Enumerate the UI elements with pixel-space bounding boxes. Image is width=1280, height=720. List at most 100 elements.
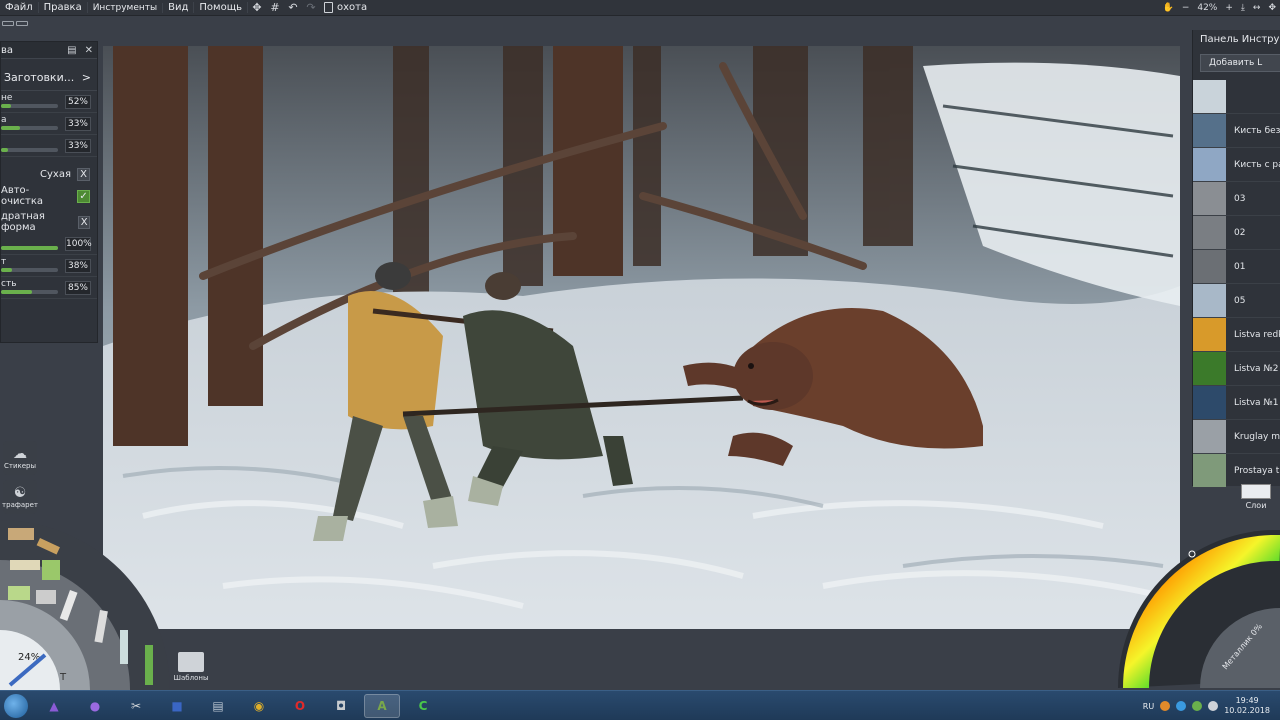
microphone-app-icon[interactable]: ●: [77, 694, 113, 718]
panel-menu-icon[interactable]: ▤: [67, 45, 76, 56]
drawing-canvas[interactable]: [103, 46, 1180, 629]
purple-app-icon[interactable]: ▲: [36, 694, 72, 718]
brush-preset-name: Listva №2: [1234, 363, 1279, 374]
system-tray: RU 19:49 10.02.2018: [1143, 693, 1270, 719]
color-picker[interactable]: Металлик 0%: [1108, 520, 1280, 688]
move-icon[interactable]: ✥: [248, 1, 266, 15]
slider-fill: [1, 104, 12, 108]
layers-label: Слои: [1245, 501, 1267, 510]
menu-view[interactable]: Вид: [163, 2, 195, 13]
stencil-button[interactable]: ☯ трафарет: [2, 480, 38, 514]
layers-button[interactable]: Слои: [1240, 484, 1272, 514]
artrage-app-icon[interactable]: A: [364, 694, 400, 718]
fullscreen-icon[interactable]: ✥: [1268, 3, 1276, 13]
zoom-out-icon[interactable]: −: [1182, 3, 1190, 13]
volume-icon[interactable]: [1208, 701, 1219, 711]
autoclean-checkbox[interactable]: ✓: [77, 189, 90, 203]
menu-help[interactable]: Помощь: [194, 2, 249, 13]
rotate-icon[interactable]: ⤓: [1241, 3, 1245, 13]
slider-track[interactable]: [1, 104, 58, 108]
sliders_bottom-slider-row: 100%: [1, 233, 97, 255]
brush-preset-item[interactable]: 02: [1193, 216, 1280, 250]
brush-preset-item[interactable]: 03: [1193, 182, 1280, 216]
brush-preset-item[interactable]: 01: [1193, 250, 1280, 284]
slider-value[interactable]: 100%: [65, 237, 92, 251]
paint-app-icon[interactable]: ✂: [118, 694, 154, 718]
slider-value[interactable]: 38%: [65, 259, 91, 273]
dry-checkbox[interactable]: X: [77, 167, 90, 181]
brush-preset-item[interactable]: Listva №2: [1193, 352, 1280, 386]
brush-preset-item[interactable]: Кисть без: [1193, 114, 1280, 148]
dry-label: Сухая: [40, 168, 71, 180]
mini-toggle-1[interactable]: [2, 20, 14, 26]
camtasia-app-icon[interactable]: C: [405, 694, 441, 718]
add-button[interactable]: Добавить L: [1200, 54, 1280, 72]
brush-preset-item[interactable]: Listva redk: [1193, 318, 1280, 352]
start-button[interactable]: [4, 694, 28, 718]
slider-track[interactable]: [1, 268, 58, 272]
clock[interactable]: 19:49 10.02.2018: [1224, 696, 1270, 716]
language-indicator[interactable]: RU: [1143, 702, 1154, 711]
brush-preview: [1193, 318, 1226, 351]
sliders_top-slider-row: а 33%: [1, 113, 97, 135]
slider-track[interactable]: [1, 126, 58, 130]
grid-icon[interactable]: #: [266, 1, 284, 15]
brush-preset-name: Prostaya tr: [1234, 465, 1280, 476]
brush-list: Кисть без Кисть с ра 03 02 01 05 Listva redk Li…: [1193, 80, 1280, 488]
slider-fill: [1, 290, 33, 294]
tube-icon: [42, 560, 60, 580]
stickers-button[interactable]: ☁ Стикеры: [3, 441, 37, 475]
brush-preset-item[interactable]: Kruglay m: [1193, 420, 1280, 454]
brush-preset-item[interactable]: Prostaya tr: [1193, 454, 1280, 488]
brush-preset-name: Kruglay m: [1234, 431, 1280, 442]
tool-wheel[interactable]: T 24%: [0, 520, 170, 690]
brush-preview: [1193, 80, 1226, 113]
slider-value[interactable]: 33%: [65, 139, 91, 153]
shield-icon[interactable]: [1192, 701, 1203, 711]
opera-app-icon[interactable]: O: [282, 694, 318, 718]
notepad-app-icon[interactable]: ▤: [200, 694, 236, 718]
slider-track[interactable]: [1, 246, 58, 250]
brush-preview: [1193, 420, 1226, 453]
slider-value[interactable]: 33%: [65, 117, 91, 131]
shape-checkbox[interactable]: X: [78, 215, 90, 229]
chrome-app-icon[interactable]: ◉: [241, 694, 277, 718]
camera-app-icon[interactable]: ◘: [323, 694, 359, 718]
slider-value[interactable]: 85%: [65, 281, 91, 295]
fit-icon[interactable]: ↔: [1253, 3, 1261, 13]
templates-button[interactable]: Шаблоны: [174, 652, 208, 686]
brush-preset-name: Listva №1: [1234, 397, 1279, 408]
brush-preset-item[interactable]: 05: [1193, 284, 1280, 318]
undo-icon[interactable]: ↶: [284, 1, 302, 15]
brush-preset-item[interactable]: [1193, 80, 1280, 114]
text-tool-icon: T: [59, 672, 67, 683]
slider-fill: [1, 148, 8, 152]
slider-value[interactable]: 52%: [65, 95, 91, 109]
brush-preset-name: 03: [1234, 193, 1246, 204]
mini-toggle-2[interactable]: [16, 20, 28, 26]
slider-track[interactable]: [1, 148, 58, 152]
menu-edit[interactable]: Правка: [39, 2, 88, 13]
brush-panel-title: ва: [1, 44, 14, 56]
hand-icon[interactable]: ✋: [1163, 3, 1174, 13]
brush-preset-item[interactable]: Listva №1: [1193, 386, 1280, 420]
stencil-label: трафарет: [2, 501, 38, 509]
slider-fill: [1, 268, 13, 272]
redo-icon[interactable]: ↷: [302, 1, 320, 15]
network-icon[interactable]: [1176, 701, 1187, 711]
eraser-icon: [36, 590, 56, 604]
tray-app-icon[interactable]: [1160, 701, 1171, 711]
close-icon[interactable]: ✕: [85, 45, 93, 56]
presets-button[interactable]: Заготовки... >: [1, 65, 97, 91]
stickers-label: Стикеры: [3, 462, 37, 470]
sliders_bottom-slider-row: сть 85%: [1, 277, 97, 299]
save-app-icon[interactable]: ■: [159, 694, 195, 718]
brush-preset-item[interactable]: Кисть с ра: [1193, 148, 1280, 182]
menu-tools[interactable]: Инструменты: [88, 2, 164, 13]
brush-preview: [1193, 148, 1226, 181]
slider-track[interactable]: [1, 290, 58, 294]
menu-file[interactable]: Файл: [0, 2, 39, 13]
brush-preset-name: Listva redk: [1234, 329, 1280, 340]
sliders_top-slider-row: 33%: [1, 135, 97, 157]
zoom-in-icon[interactable]: +: [1225, 3, 1233, 13]
